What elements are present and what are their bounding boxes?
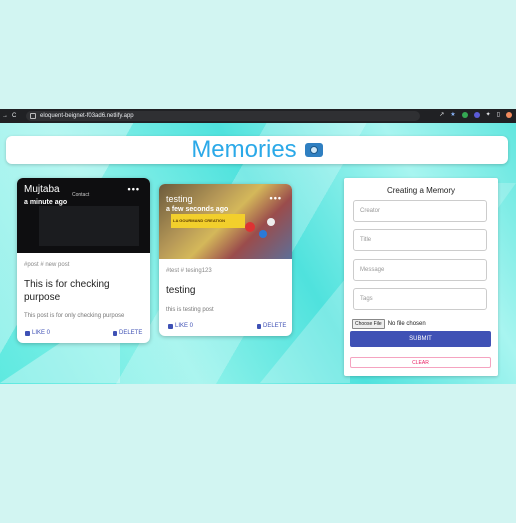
puzzle-icon[interactable]: ✦: [486, 111, 491, 118]
post-time: a minute ago: [24, 199, 68, 206]
creator-field[interactable]: Creator: [353, 200, 487, 222]
address-text: eloquent-beignet-f03ad6.netlify.app: [40, 113, 134, 119]
post-creator: testing: [166, 194, 193, 204]
image-caption: Contact: [72, 192, 90, 198]
delete-label: DELETE: [263, 323, 287, 329]
trash-icon: [113, 330, 117, 336]
file-status: No file chosen: [387, 321, 426, 327]
sidepanel-icon[interactable]: ▯: [497, 111, 500, 118]
trash-icon: [257, 323, 261, 329]
avatar[interactable]: [506, 111, 512, 118]
like-button[interactable]: LIKE 0: [25, 330, 50, 336]
post-message: this is testing post: [166, 307, 214, 313]
like-label: LIKE 0: [32, 330, 51, 336]
memory-form: Creating a Memory Creator Title Message …: [344, 178, 498, 376]
app-header: Memories: [6, 136, 508, 164]
more-icon[interactable]: •••: [270, 193, 282, 203]
post-time: a few seconds ago: [166, 206, 229, 213]
post-message: This post is for only checking purpose: [24, 313, 125, 319]
image-screen: [39, 206, 139, 246]
star-icon[interactable]: ★: [450, 111, 455, 118]
delete-button[interactable]: DELETE: [113, 330, 142, 336]
back-icon[interactable]: →: [2, 113, 8, 119]
image-swatch: [259, 230, 267, 238]
delete-button[interactable]: DELETE: [257, 323, 286, 329]
image-swatch: [267, 218, 275, 226]
file-input: Choose File No file chosen: [352, 319, 426, 329]
form-title: Creating a Memory: [386, 186, 456, 195]
post-creator: Mujtaba: [24, 184, 60, 195]
message-field[interactable]: Message: [353, 259, 487, 281]
image-caption: LA GOURMAND CREATION: [173, 218, 225, 223]
choose-file-button[interactable]: Choose File: [352, 319, 385, 329]
lock-icon: [30, 113, 36, 119]
post-tags: #test # tesing123: [166, 268, 212, 274]
extension-icon[interactable]: [473, 111, 480, 118]
submit-button[interactable]: SUBMIT: [350, 331, 491, 347]
extension-icon[interactable]: [461, 111, 468, 118]
clear-button[interactable]: CLEAR: [350, 357, 491, 368]
reload-icon[interactable]: C: [12, 113, 16, 119]
post-title: This is for checking purpose: [24, 279, 110, 303]
post-title: testing: [166, 285, 196, 296]
address-bar[interactable]: eloquent-beignet-f03ad6.netlify.app: [26, 111, 420, 121]
post-card: LA GOURMAND CREATION testing a few secon…: [159, 184, 292, 336]
post-image: LA GOURMAND CREATION testing a few secon…: [159, 184, 292, 259]
delete-label: DELETE: [119, 330, 143, 336]
share-icon[interactable]: ↗: [439, 111, 444, 118]
post-image: Contact Mujtaba a minute ago •••: [17, 178, 150, 253]
like-button[interactable]: LIKE 0: [168, 323, 193, 329]
post-card: Contact Mujtaba a minute ago ••• #post #…: [17, 178, 150, 343]
thumb-up-icon: [168, 323, 173, 329]
image-swatch: [245, 222, 255, 232]
browser-nav: → C: [0, 113, 16, 119]
title-field[interactable]: Title: [353, 229, 487, 251]
post-tags: #post # new post: [24, 262, 70, 268]
page-viewport: Memories Contact Mujtaba a minute ago ••…: [0, 123, 516, 384]
like-label: LIKE 0: [175, 323, 194, 329]
app-title: Memories: [191, 136, 297, 163]
thumb-up-icon: [25, 330, 30, 336]
camera-icon: [304, 143, 323, 157]
tags-field[interactable]: Tags: [353, 288, 487, 310]
browser-toolbar: → C eloquent-beignet-f03ad6.netlify.app …: [0, 109, 516, 123]
more-icon[interactable]: •••: [128, 184, 140, 194]
extensions-area: ↗ ★ ✦ ▯: [439, 111, 512, 118]
